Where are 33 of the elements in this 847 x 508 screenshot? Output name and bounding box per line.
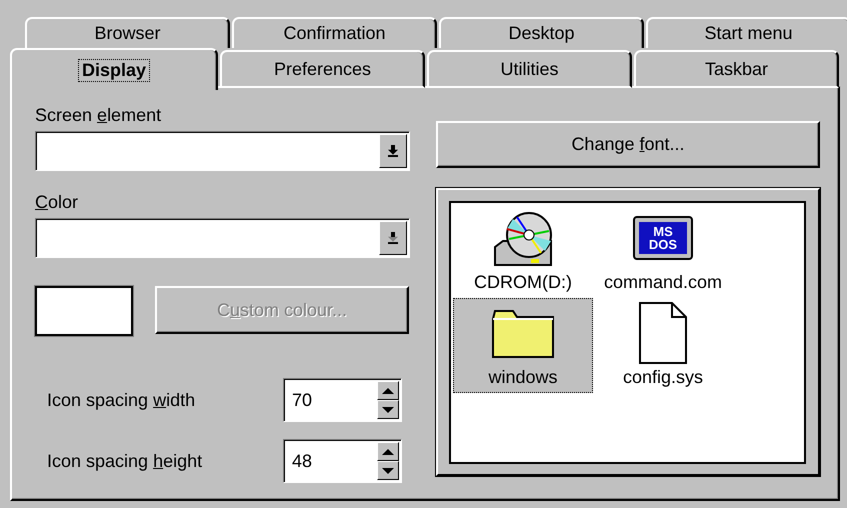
change-font-button[interactable]: Change font... xyxy=(436,121,820,168)
field-label: Icon spacing width xyxy=(47,390,196,410)
number-spinner[interactable]: 70 xyxy=(283,378,402,422)
icon-text: DOS xyxy=(648,238,678,251)
folder-icon xyxy=(491,307,555,359)
icon-label: command.com xyxy=(604,272,722,293)
tab[interactable]: Utilities xyxy=(427,50,632,88)
desktop-icon[interactable]: windows xyxy=(453,298,593,393)
field-label: Icon spacing height xyxy=(47,450,204,472)
desktop-icon[interactable]: CDROM(D:) xyxy=(453,203,593,298)
tab[interactable]: Browser xyxy=(25,17,230,48)
down-arrow-icon xyxy=(382,406,394,412)
tab[interactable]: Display xyxy=(10,48,218,90)
up-arrow-icon xyxy=(382,388,394,394)
dropdown-field[interactable] xyxy=(35,131,410,171)
icon-text: MS xyxy=(653,225,673,238)
number-spinner[interactable]: 48 xyxy=(283,439,402,483)
tab[interactable]: Confirmation xyxy=(232,17,437,48)
cd-drive-icon xyxy=(491,209,555,267)
desktop-icon[interactable]: MS DOS command.com xyxy=(593,203,733,298)
up-arrow-icon xyxy=(382,448,394,454)
field-label: Color xyxy=(35,191,80,213)
field-label: Screen element xyxy=(35,104,162,126)
icon-label: windows xyxy=(488,367,558,388)
tab[interactable]: Desktop xyxy=(439,17,644,48)
icon-label: CDROM(D:) xyxy=(474,272,572,293)
down-arrow-icon xyxy=(382,468,394,474)
icon-label: config.sys xyxy=(622,367,704,388)
document-icon xyxy=(638,301,688,365)
tab[interactable]: Preferences xyxy=(220,50,425,88)
desktop-icon[interactable]: config.sys xyxy=(593,298,733,393)
tab[interactable]: Start menu xyxy=(646,17,847,48)
tab[interactable]: Taskbar xyxy=(634,50,839,88)
